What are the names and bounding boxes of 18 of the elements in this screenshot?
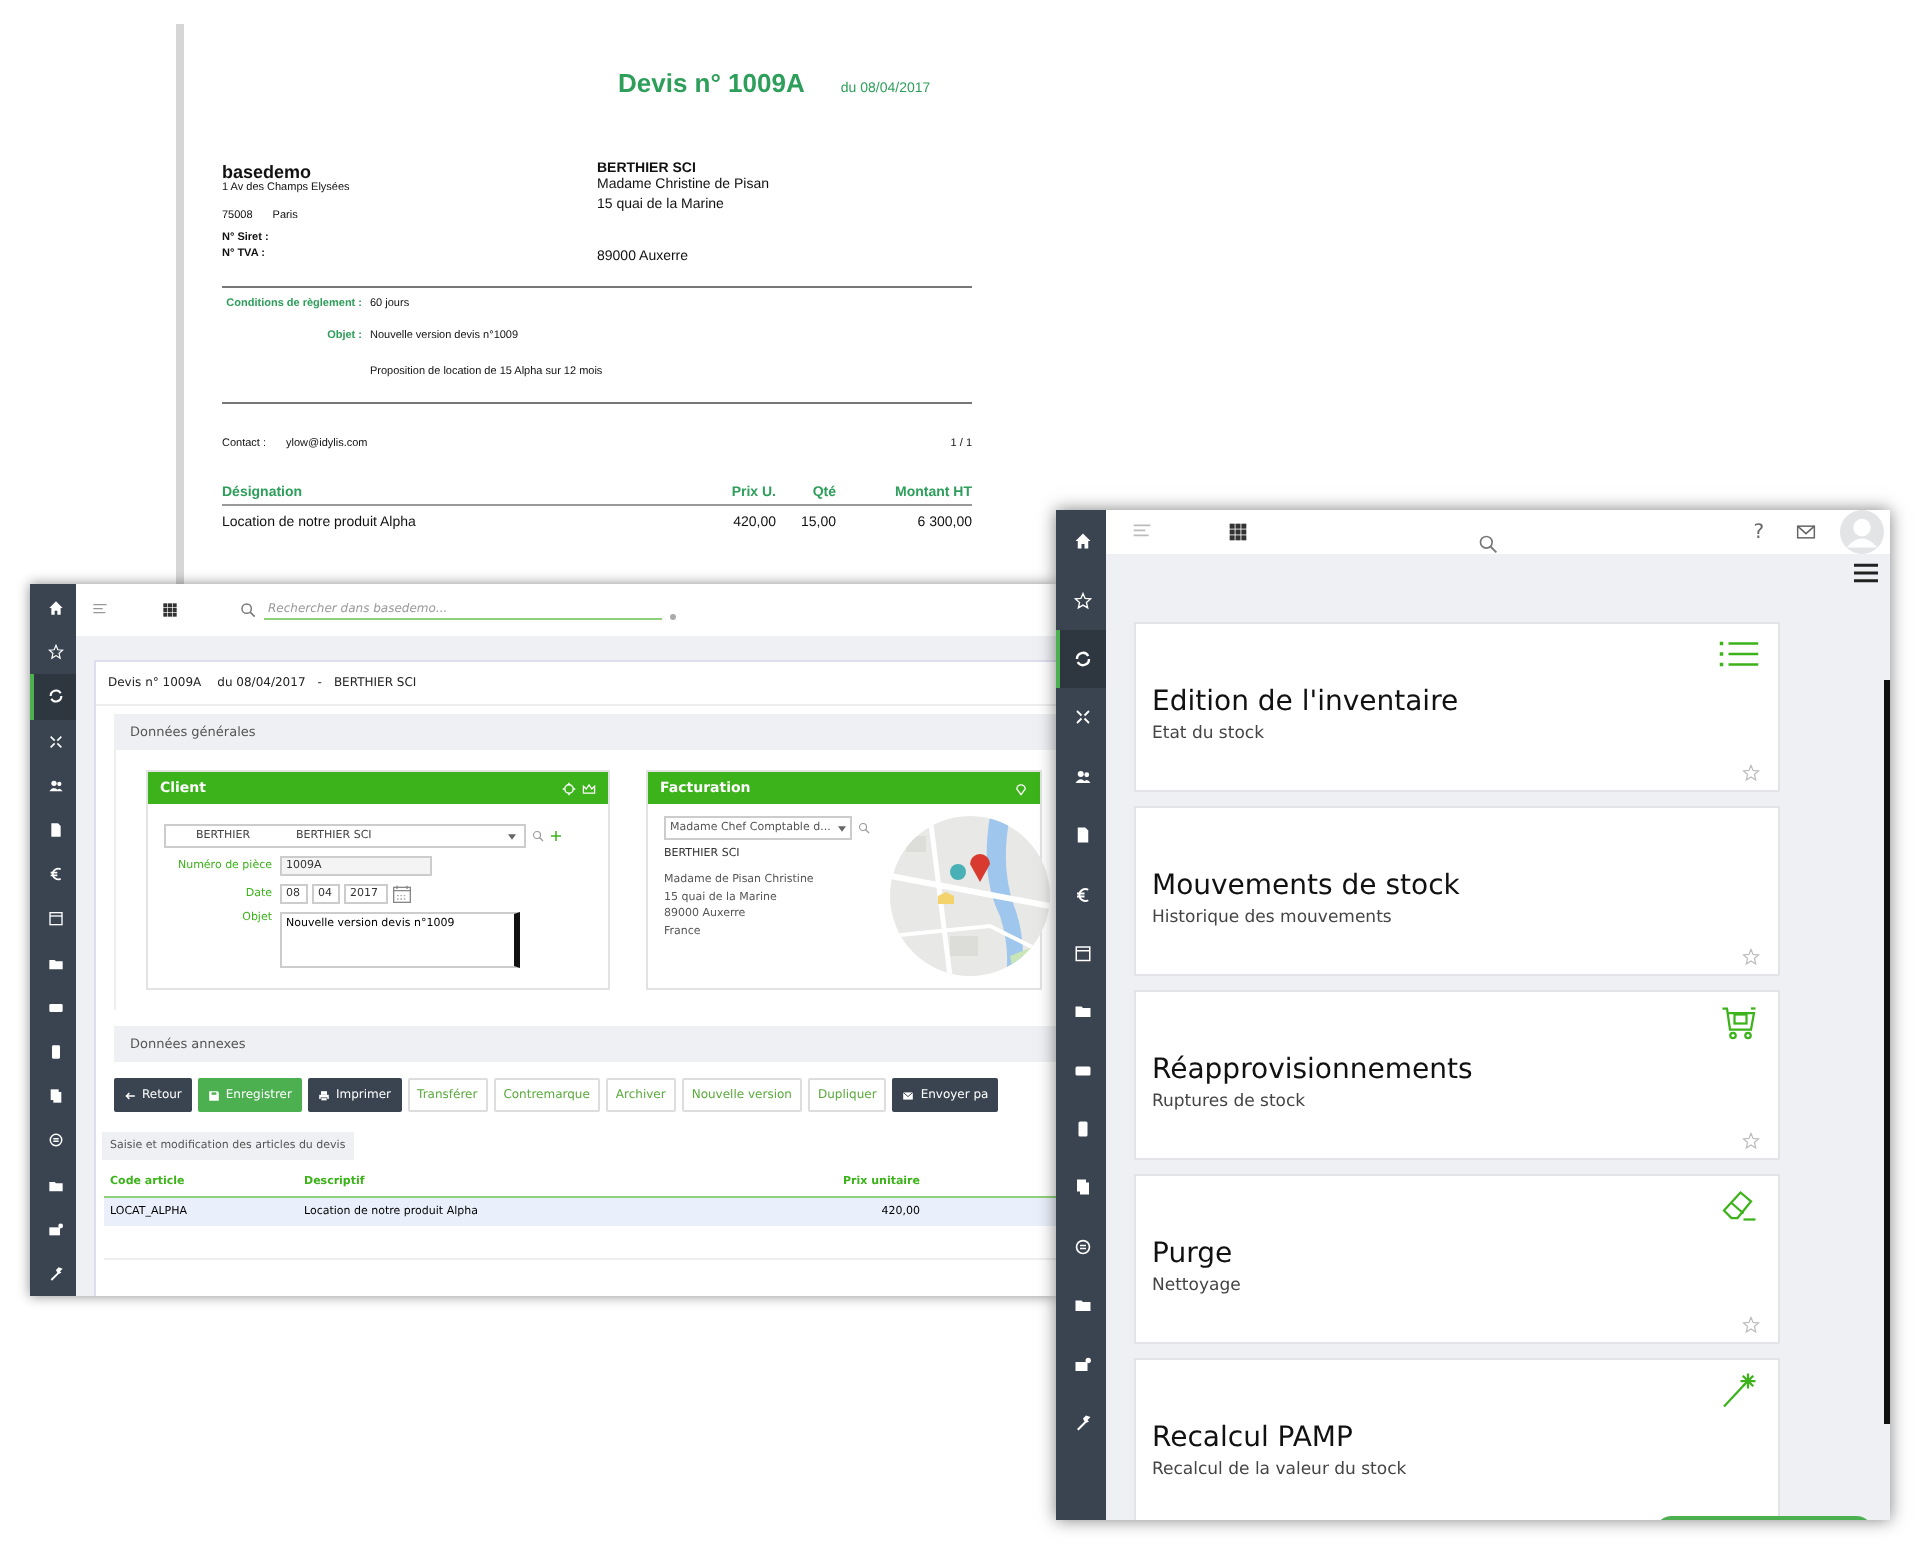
card-subtitle: Etat du stock xyxy=(1152,724,1266,744)
menu-card[interactable]: Edition de l'inventaire Etat du stock xyxy=(1134,622,1780,792)
card-subtitle: Recalcul de la valeur du stock xyxy=(1152,1460,1409,1480)
sender-name: basedemo xyxy=(222,162,314,182)
menu-card[interactable]: Mouvements de stock Historique des mouvements xyxy=(1134,806,1780,976)
help-link[interactable]: ? xyxy=(1753,521,1764,543)
menu-card[interactable]: Réapprovisionnements Ruptures de stock xyxy=(1134,990,1780,1160)
menu-card[interactable]: Purge Nettoyage xyxy=(1134,1174,1780,1344)
card-title: Réapprovisionnements xyxy=(1152,1054,1475,1086)
card-title: Edition de l'inventaire xyxy=(1152,686,1461,718)
card-subtitle: Historique des mouvements xyxy=(1152,908,1394,928)
document-title: Devis n° 1009A xyxy=(618,68,805,98)
card-title: Recalcul PAMP xyxy=(1152,1422,1355,1454)
card-subtitle: Ruptures de stock xyxy=(1152,1092,1308,1112)
card-title: Mouvements de stock xyxy=(1152,870,1462,902)
card-title: Purge xyxy=(1152,1238,1235,1270)
card-subtitle: Nettoyage xyxy=(1152,1276,1243,1296)
menu-card[interactable]: Recalcul PAMP Recalcul de la valeur du stock xyxy=(1134,1358,1780,1520)
